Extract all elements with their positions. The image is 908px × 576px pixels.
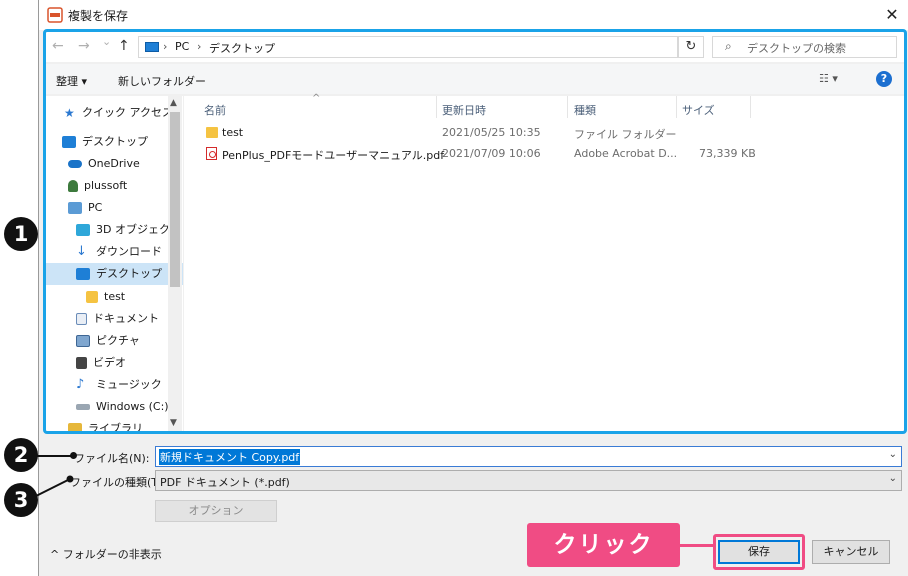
filetype-value: PDF ドキュメント (*.pdf) [160,476,290,489]
click-callout: クリック [527,523,680,567]
filename-input[interactable]: 新規ドキュメント Copy.pdf ⌄ [155,446,902,467]
chevron-down-icon[interactable]: ⌄ [889,449,897,460]
callout-connector [680,544,714,547]
step-badge-1: 1 [4,217,38,251]
close-button[interactable]: ✕ [879,3,905,27]
step-badge-2: 2 [4,438,38,472]
browse-area-highlight [43,29,907,434]
filename-value: 新規ドキュメント Copy.pdf [159,449,301,465]
window-title: 複製を保存 [68,9,129,23]
step-badge-3: 3 [4,483,38,517]
chevron-down-icon[interactable]: ⌄ [889,473,897,484]
badge-3-pointer [35,475,74,497]
badge-2-pointer-dot [70,452,77,459]
save-button[interactable]: 保存 [718,540,800,564]
cancel-button[interactable]: キャンセル [812,540,890,564]
filetype-label: ファイルの種類(T): [70,476,167,489]
filename-label: ファイル名(N): [74,452,150,465]
title-bar: 複製を保存 ✕ [39,0,908,30]
badge-2-pointer [36,455,74,457]
filetype-select[interactable]: PDF ドキュメント (*.pdf) ⌄ [155,470,902,491]
options-button: オプション [155,500,277,522]
hide-folders-toggle[interactable]: ^ フォルダーの非表示 [50,546,162,562]
pdf-app-icon [47,7,63,23]
